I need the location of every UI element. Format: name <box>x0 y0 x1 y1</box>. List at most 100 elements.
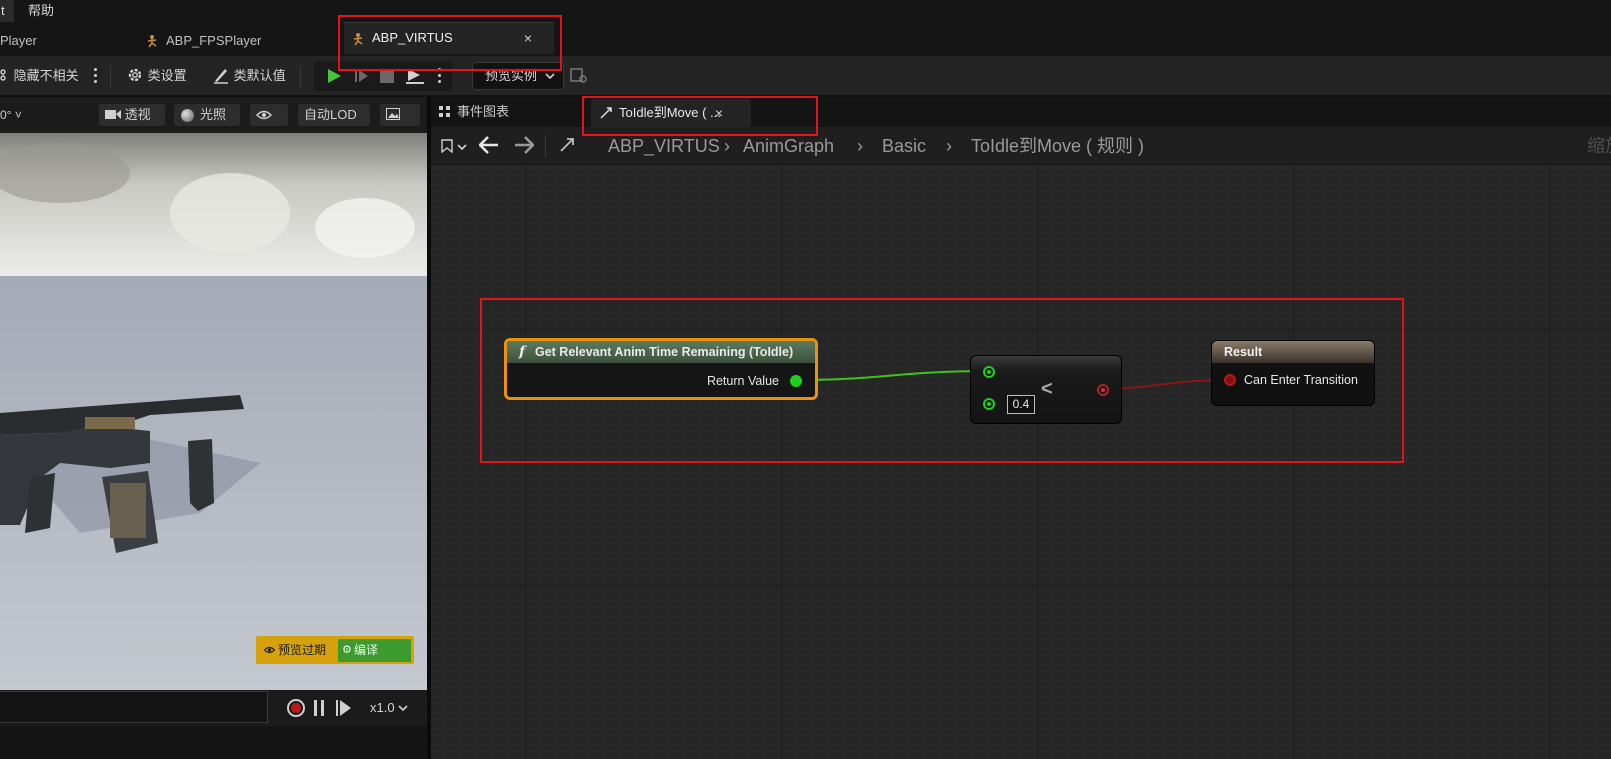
bool-output-pin[interactable] <box>1097 384 1109 396</box>
threshold-input[interactable]: 0.4 <box>1007 395 1035 414</box>
graph-icon <box>439 106 450 117</box>
chevron-down-icon <box>545 73 555 80</box>
return-value-label: Return Value <box>706 374 779 388</box>
simulate-icon[interactable] <box>406 68 424 84</box>
preview-instance-label: 预览实例 <box>485 68 538 83</box>
toolbar-divider <box>110 66 111 88</box>
anim-blueprint-icon <box>353 33 363 46</box>
more-options-icon[interactable] <box>94 68 98 84</box>
back-arrow-icon[interactable] <box>479 136 499 154</box>
play-icon[interactable] <box>326 68 342 84</box>
stale-preview-text: 预览过期 <box>278 643 327 657</box>
stale-preview-label: 预览过期 <box>262 636 326 664</box>
main-toolbar: 隐藏不相关 类设置 类默认值 预览实例 <box>0 56 1611 96</box>
can-enter-transition-pin[interactable] <box>1224 374 1236 386</box>
menu-item-help[interactable]: 帮助 <box>28 0 54 22</box>
play-controls <box>314 61 452 91</box>
camera-icon <box>105 110 121 119</box>
weapon-preview-scene <box>0 133 427 690</box>
return-value-pin[interactable] <box>790 375 802 387</box>
breadcrumb-separator: › <box>857 136 863 156</box>
graph-canvas[interactable] <box>431 165 1611 759</box>
zoom-label: 缩放 <box>1587 136 1611 156</box>
transition-rule-icon <box>560 138 574 152</box>
hide-unrelated-button[interactable]: 隐藏不相关 <box>0 56 79 96</box>
eye-icon <box>264 646 275 654</box>
lod-dropdown[interactable]: 自动LOD <box>298 104 370 126</box>
perspective-label: 透视 <box>124 107 151 122</box>
asset-tab-bar: Player ABP_FPSPlayer <box>0 22 1611 56</box>
less-than-operator: < <box>1041 378 1053 400</box>
record-icon <box>291 703 301 713</box>
breadcrumb-item[interactable]: ABP_VIRTUS <box>608 127 720 165</box>
viewport-toolbar: 0° ˅ 透视 光照 自动LOD <box>0 97 427 133</box>
chevron-down-icon <box>457 144 467 151</box>
tab-player[interactable]: Player <box>0 26 120 56</box>
breadcrumb-separator: › <box>724 136 730 156</box>
input-a-pin[interactable] <box>983 366 995 378</box>
class-settings-label: 类设置 <box>147 68 187 83</box>
toolbar-divider <box>300 66 301 88</box>
timeline-scrubber[interactable] <box>0 691 268 723</box>
record-button[interactable] <box>287 699 305 717</box>
class-defaults-button[interactable]: 类默认值 <box>212 56 286 96</box>
lod-label: 自动LOD <box>304 107 357 122</box>
bookmark-dropdown[interactable] <box>439 134 473 158</box>
can-enter-transition-label: Can Enter Transition <box>1244 373 1358 387</box>
pause-icon[interactable] <box>313 700 325 716</box>
perspective-dropdown[interactable]: 透视 <box>99 104 165 126</box>
transition-rule-icon <box>600 107 612 119</box>
close-icon[interactable]: × <box>524 23 532 53</box>
breadcrumb-item[interactable]: AnimGraph <box>743 127 834 165</box>
forward-arrow-icon[interactable] <box>514 136 534 154</box>
tab-label: 事件图表 <box>457 104 510 119</box>
result-node[interactable]: Result Can Enter Transition <box>1211 340 1375 406</box>
compile-button[interactable]: ⚙ 编译 <box>338 639 411 662</box>
anim-blueprint-icon <box>147 35 157 48</box>
gear-icon <box>128 68 142 82</box>
less-than-node[interactable]: 0.4 < <box>970 355 1122 424</box>
close-icon[interactable]: × <box>715 99 723 127</box>
breadcrumb-item[interactable]: ToIdle到Move ( 规则 ) <box>971 127 1144 165</box>
tab-label: Player <box>0 33 37 48</box>
debug-filter-icon[interactable] <box>570 68 588 84</box>
sphere-icon <box>181 109 194 122</box>
show-flags-dropdown[interactable] <box>250 104 288 126</box>
class-defaults-label: 类默认值 <box>233 68 286 83</box>
step-forward-icon[interactable] <box>354 69 370 83</box>
edit-defaults-icon <box>214 69 228 84</box>
speed-value: x1.0 <box>370 700 395 715</box>
bookmark-icon <box>441 139 453 153</box>
preview-viewport[interactable]: 0° ˅ 透视 光照 自动LOD 预览过期 ⚙ 编译 <box>0 97 427 690</box>
lighting-dropdown[interactable]: 光照 <box>174 104 240 126</box>
get-anim-time-remaining-node[interactable]: f Get Relevant Anim Time Remaining (ToId… <box>504 338 818 400</box>
tab-abp-fpsplayer[interactable]: ABP_FPSPlayer <box>140 26 320 56</box>
input-b-pin[interactable] <box>983 398 995 410</box>
status-strip <box>0 726 427 759</box>
fov-dropdown[interactable]: 0° ˅ <box>0 97 22 133</box>
tab-label: ToIdle到Move ( ... <box>619 105 721 120</box>
menu-bar <box>0 0 1611 22</box>
lighting-label: 光照 <box>200 107 227 122</box>
menu-item-partial[interactable]: t <box>0 0 14 22</box>
step-forward-icon[interactable] <box>336 700 352 716</box>
function-icon: f <box>519 344 526 360</box>
stop-icon[interactable] <box>380 69 394 83</box>
breadcrumb-item[interactable]: Basic <box>882 127 926 165</box>
playback-speed-dropdown[interactable]: x1.0 <box>370 690 408 726</box>
tab-abp-virtus[interactable]: ABP_VIRTUS × <box>344 22 554 54</box>
chevron-down-icon <box>398 705 408 712</box>
compile-label: 编译 <box>354 643 379 657</box>
tab-transition-rule[interactable]: ToIdle到Move ( ... × <box>591 99 751 127</box>
viewport-layout-dropdown[interactable] <box>380 104 420 126</box>
tab-label: ABP_FPSPlayer <box>166 33 262 48</box>
gear-icon: ⚙ <box>342 644 352 656</box>
preview-instance-dropdown[interactable]: 预览实例 <box>472 62 564 90</box>
tab-event-graph[interactable]: 事件图表 <box>437 97 509 127</box>
filter-icon <box>0 69 6 81</box>
hide-unrelated-label: 隐藏不相关 <box>13 68 79 83</box>
fov-value: 0° <box>0 108 12 122</box>
play-options-icon[interactable] <box>438 68 442 84</box>
class-settings-button[interactable]: 类设置 <box>126 56 187 96</box>
breadcrumb-separator: › <box>946 136 952 156</box>
